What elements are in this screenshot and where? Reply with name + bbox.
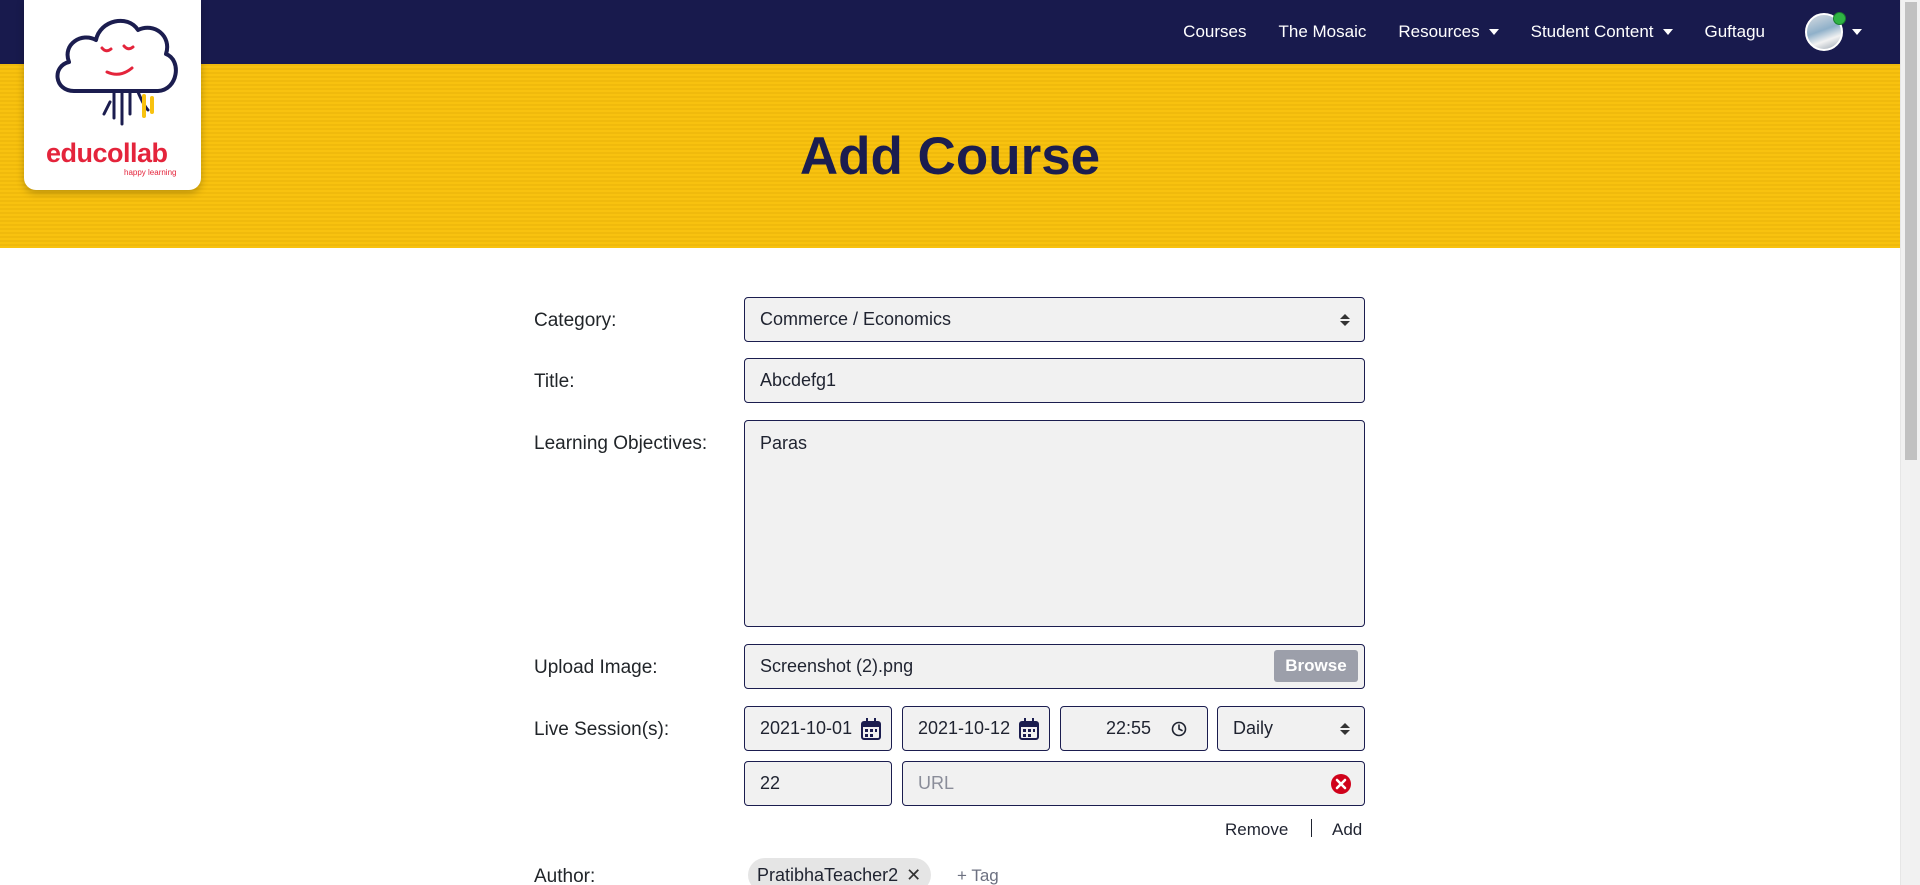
session-count-value: 22	[760, 773, 781, 793]
frequency-select[interactable]: Daily	[1217, 706, 1365, 751]
close-icon[interactable]: ✕	[906, 865, 921, 885]
caret-down-icon	[1852, 29, 1862, 35]
nav-item-student-content[interactable]: Student Content	[1531, 22, 1673, 42]
learning-objectives-textarea[interactable]: Paras	[744, 420, 1365, 627]
calendar-icon[interactable]	[1019, 717, 1039, 740]
time-value: 22:55	[1105, 718, 1151, 738]
upload-image-input[interactable]: Screenshot (2).png Browse	[744, 644, 1365, 689]
caret-down-icon	[1488, 29, 1499, 35]
remove-session-link[interactable]: Remove	[1225, 820, 1288, 840]
time-input[interactable]: 22:55	[1060, 706, 1208, 751]
session-url-input[interactable]: URL	[902, 761, 1365, 806]
title-value: Abcdefg1	[760, 370, 837, 390]
end-date-input[interactable]: 2021-10-12	[902, 706, 1050, 751]
author-tag: PratibhaTeacher2 ✕	[748, 858, 932, 885]
page-title: Add Course	[799, 127, 1101, 186]
logo[interactable]: educollab happy learning	[24, 0, 201, 190]
remove-circle-icon[interactable]	[1330, 773, 1352, 795]
title-input[interactable]: Abcdefg1	[744, 358, 1365, 403]
logo-tagline: happy learning	[124, 168, 177, 177]
scrollbar-thumb[interactable]	[1905, 2, 1917, 460]
title-label: Title:	[534, 371, 575, 392]
nav-item-label: Courses	[1183, 22, 1247, 41]
upload-image-label: Upload Image:	[534, 657, 658, 678]
live-sessions-label: Live Session(s):	[534, 719, 670, 740]
browse-button[interactable]: Browse	[1274, 650, 1358, 682]
nav-links: Courses The Mosaic Resources Student Con…	[1151, 0, 1862, 64]
nav-item-courses[interactable]: Courses	[1183, 22, 1246, 42]
session-count-input[interactable]: 22	[744, 761, 892, 806]
category-select[interactable]: Commerce / Economics	[744, 297, 1365, 342]
session-url-placeholder: URL	[918, 773, 955, 793]
category-value: Commerce / Economics	[760, 309, 952, 329]
avatar[interactable]	[1805, 12, 1846, 51]
learning-objectives-label: Learning Objectives:	[534, 433, 708, 454]
nav-item-label: Guftagu	[1704, 22, 1766, 41]
nav-item-label: Student Content	[1530, 22, 1654, 41]
user-menu[interactable]	[1805, 12, 1862, 51]
logo-text: educollab	[46, 138, 168, 168]
select-arrows-icon	[1340, 313, 1350, 326]
add-session-link[interactable]: Add	[1332, 820, 1362, 840]
nav-item-label: The Mosaic	[1278, 22, 1367, 41]
add-tag-button[interactable]: + Tag	[957, 866, 999, 885]
online-status-dot	[1833, 12, 1846, 25]
cloud-tree-logo-icon	[55, 19, 178, 126]
end-date-value: 2021-10-12	[918, 718, 1011, 738]
link-separator	[1311, 819, 1312, 837]
author-label: Author:	[534, 866, 596, 885]
select-arrows-icon	[1340, 722, 1350, 735]
top-navbar: Courses The Mosaic Resources Student Con…	[0, 0, 1900, 64]
author-tag-label: PratibhaTeacher2	[757, 864, 899, 885]
clock-icon[interactable]	[1171, 721, 1187, 737]
calendar-icon[interactable]	[861, 717, 881, 740]
learning-objectives-value: Paras	[760, 433, 808, 453]
start-date-value: 2021-10-01	[760, 718, 853, 738]
frequency-value: Daily	[1233, 718, 1274, 738]
nav-item-the-mosaic[interactable]: The Mosaic	[1278, 22, 1366, 42]
nav-item-label: Resources	[1398, 22, 1480, 41]
nav-item-resources[interactable]: Resources	[1398, 22, 1499, 42]
nav-item-guftagu[interactable]: Guftagu	[1705, 22, 1766, 42]
category-label: Category:	[534, 310, 617, 331]
caret-down-icon	[1662, 29, 1673, 35]
start-date-input[interactable]: 2021-10-01	[744, 706, 892, 751]
page-scrollbar[interactable]	[1900, 0, 1920, 885]
